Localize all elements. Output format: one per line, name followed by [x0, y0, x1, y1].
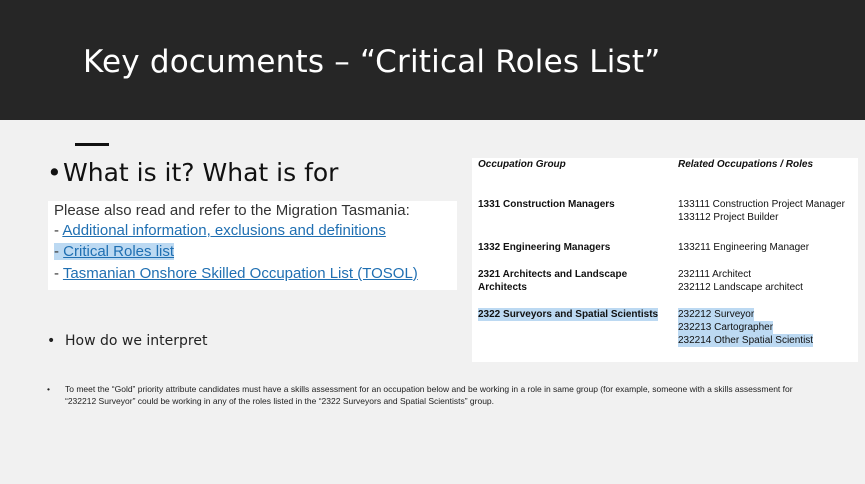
- bullet-how-text: How do we interpret: [65, 333, 208, 349]
- reference-prefix: -: [54, 243, 64, 260]
- table-row-group: 1331 Construction Managers: [478, 199, 615, 210]
- footnote-text: To meet the “Gold” priority attribute ca…: [65, 384, 793, 406]
- link-critical-roles-list[interactable]: Critical Roles list: [63, 243, 174, 260]
- slide-title: Key documents – “Critical Roles List”: [83, 44, 661, 80]
- table-row-role: 133112 Project Builder: [678, 212, 779, 223]
- table-row-role: 133211 Engineering Manager: [678, 242, 810, 253]
- reference-prefix: -: [54, 265, 63, 282]
- reference-item-1: - Additional information, exclusions and…: [54, 222, 386, 239]
- reference-item-2: - Critical Roles list: [54, 243, 175, 260]
- bullet-what-is-it: •What is it? What is for: [47, 158, 338, 187]
- table-header-group: Occupation Group: [478, 159, 566, 170]
- table-row-group-cont: Architects: [478, 282, 527, 293]
- reference-intro: Please also read and refer to the Migrat…: [54, 202, 410, 219]
- reference-selection: - Critical Roles list: [54, 243, 175, 260]
- table-header-roles: Related Occupations / Roles: [678, 159, 814, 170]
- table-row-role: 232112 Landscape architect: [678, 282, 803, 293]
- table-row-role-highlighted: 232214 Other Spatial Scientist: [678, 334, 814, 347]
- bullet-dot: •: [47, 158, 62, 187]
- occupation-table: Occupation Group Related Occupations / R…: [472, 158, 858, 362]
- reference-box: Please also read and refer to the Migrat…: [48, 201, 457, 290]
- bullet-how-interpret: • How do we interpret: [47, 333, 207, 349]
- table-row-group-highlighted: 2322 Surveyors and Spatial Scientists: [478, 308, 659, 321]
- bullet-dot: •: [47, 384, 50, 394]
- table-row-role-highlighted: 232213 Cartographer: [678, 321, 774, 334]
- table-row-role-highlighted: 232212 Surveyor: [678, 308, 755, 321]
- table-row-group: 2321 Architects and Landscape: [478, 269, 628, 280]
- table-row-role: 232111 Architect: [678, 269, 752, 280]
- decorative-dash: [75, 143, 109, 146]
- table-row-group: 1332 Engineering Managers: [478, 242, 611, 253]
- bullet-dot: •: [47, 333, 56, 349]
- link-tosol[interactable]: Tasmanian Onshore Skilled Occupation Lis…: [63, 265, 418, 282]
- link-additional-information[interactable]: Additional information, exclusions and d…: [62, 222, 386, 239]
- reference-item-3: - Tasmanian Onshore Skilled Occupation L…: [54, 265, 418, 282]
- title-bar: Key documents – “Critical Roles List”: [0, 0, 865, 120]
- bullet-what-text: What is it? What is for: [63, 158, 339, 187]
- table-row-role: 133111 Construction Project Manager: [678, 199, 845, 210]
